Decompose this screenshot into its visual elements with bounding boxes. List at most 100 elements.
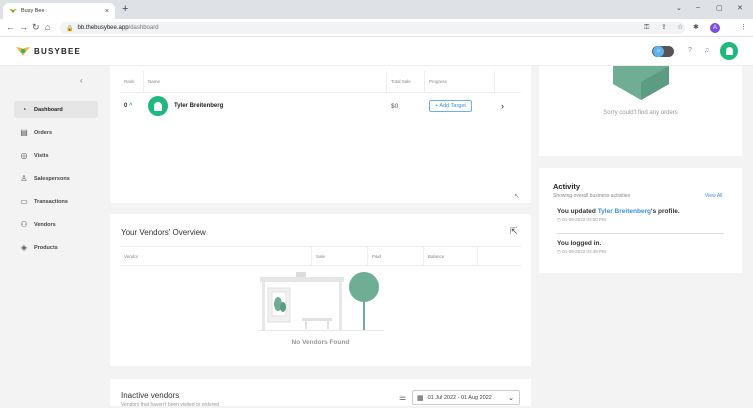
close-window-icon[interactable]: ✕ bbox=[737, 4, 743, 12]
forward-icon[interactable]: → bbox=[19, 22, 28, 33]
sidebar-item-label: Products bbox=[34, 244, 58, 251]
rank-cell: 0 ^ bbox=[124, 103, 133, 109]
sidebar-item-visits[interactable]: ◎ Visits bbox=[14, 147, 98, 164]
vendors-empty-text: No Vendors Found bbox=[291, 339, 350, 346]
activity-text: You updated bbox=[557, 208, 598, 215]
sidebar: ‹ ◔ Dashboard ▤ Orders ◎ Visits ♙ Salesp… bbox=[0, 66, 106, 406]
extensions-icon[interactable]: ✱ bbox=[693, 23, 699, 32]
star-icon[interactable]: ☆ bbox=[677, 23, 683, 32]
salespersons-icon: ♙ bbox=[20, 174, 28, 183]
transactions-icon: ▭ bbox=[20, 197, 28, 206]
back-icon[interactable]: ← bbox=[6, 22, 15, 33]
browser-tab[interactable]: Busy Bee × bbox=[3, 3, 115, 19]
share-icon[interactable]: ⇪ bbox=[661, 23, 667, 32]
trend-up-icon: ^ bbox=[129, 103, 133, 109]
vendors-icon: ⚇ bbox=[20, 220, 28, 229]
activity-text-suffix: 's profile. bbox=[651, 208, 680, 215]
bus-stop-illustration bbox=[258, 272, 384, 331]
col-paid: Paid bbox=[368, 247, 424, 265]
activity-card: Activity Showing overall business activi… bbox=[539, 168, 742, 273]
maximize-icon[interactable]: ▢ bbox=[716, 4, 723, 12]
tab-search-chevron-icon[interactable]: ⌄ bbox=[676, 4, 682, 12]
busybee-favicon-icon bbox=[9, 8, 17, 14]
inactive-title: Inactive vendors bbox=[121, 391, 180, 400]
col-progress: Progress bbox=[425, 71, 495, 92]
sun-icon: ☼ bbox=[653, 46, 664, 57]
orders-icon: ▤ bbox=[20, 128, 28, 137]
activity-time: ◷ 01-08-2022 03:49 PM bbox=[557, 249, 606, 254]
orders-empty-text: Sorry could't find any orders bbox=[603, 110, 678, 116]
filter-sliders-icon[interactable]: ⚌ bbox=[399, 393, 406, 402]
col-total-sale: Total Sale bbox=[387, 71, 425, 92]
sidebar-item-transactions[interactable]: ▭ Transactions bbox=[14, 193, 98, 210]
activity-subtitle: Showing overall business activities bbox=[553, 193, 630, 199]
tab-close-icon[interactable]: × bbox=[105, 8, 109, 15]
activity-text: You logged in. bbox=[557, 240, 602, 247]
activity-person-link[interactable]: Tyler Breitenberg bbox=[598, 208, 651, 215]
new-tab-icon[interactable]: + bbox=[122, 4, 128, 15]
name-cell: Tyler Breitenberg bbox=[144, 96, 387, 116]
activity-item: You logged in. ◷ 01-08-2022 03:49 PM bbox=[557, 240, 724, 260]
browser-menu-icon[interactable]: ⋮ bbox=[740, 23, 747, 32]
activity-title: Activity bbox=[553, 182, 581, 191]
dashboard-icon: ◔ bbox=[21, 105, 27, 114]
sidebar-item-label: Transactions bbox=[34, 198, 68, 205]
url-text: bb.thebusybee.app/dashboard bbox=[77, 25, 159, 31]
sidebar-item-label: Salespersons bbox=[34, 175, 70, 182]
inactive-subtitle: Vendors that haven't been visited or ord… bbox=[121, 402, 219, 408]
minimize-icon[interactable]: – bbox=[696, 4, 700, 11]
sidebar-item-label: Orders bbox=[34, 129, 53, 136]
date-range-picker[interactable]: ▦ 01 Jul 2022 - 01 Aug 2022 ⌄ bbox=[412, 390, 520, 405]
activity-time: ◷ 01-08-2022 03:50 PM bbox=[557, 217, 606, 222]
sidebar-item-products[interactable]: ◈ Products bbox=[14, 239, 98, 256]
bell-icon[interactable]: ♫ bbox=[704, 47, 709, 54]
inactive-vendors-card: Inactive vendors Vendors that haven't be… bbox=[110, 379, 531, 408]
col-balance: Balance bbox=[424, 247, 478, 265]
salesperson-name[interactable]: Tyler Breitenberg bbox=[174, 103, 223, 109]
sidebar-item-salespersons[interactable]: ♙ Salespersons bbox=[14, 170, 98, 187]
view-all-link[interactable]: View All bbox=[705, 193, 722, 199]
user-avatar[interactable] bbox=[720, 42, 738, 60]
profile-avatar[interactable]: A bbox=[710, 23, 720, 33]
col-rank: Rank bbox=[120, 71, 144, 92]
table-row[interactable]: 0 ^ Tyler Breitenberg $0 + Add Target › bbox=[120, 93, 521, 119]
calendar-icon: ▦ bbox=[417, 394, 424, 402]
lock-icon: 🔒 bbox=[66, 25, 74, 32]
orders-card: Sorry could't find any orders bbox=[539, 66, 742, 156]
chevron-down-icon: ⌄ bbox=[508, 394, 514, 402]
empty-box-illustration bbox=[613, 66, 669, 100]
sidebar-item-dashboard[interactable]: ◔ Dashboard bbox=[14, 101, 98, 118]
app-header: BUSYBEE ☼ ? ♫ bbox=[0, 37, 753, 66]
total-sale-cell: $0 bbox=[391, 102, 399, 110]
bee-logo-icon bbox=[16, 47, 30, 56]
products-icon: ◈ bbox=[20, 243, 28, 252]
external-link-icon[interactable]: ⇱ bbox=[510, 226, 518, 237]
busybee-logo[interactable]: BUSYBEE bbox=[16, 46, 81, 56]
url-field[interactable]: 🔒 bb.thebusybee.app/dashboard bbox=[60, 22, 685, 34]
salespersons-card: Rank Name Total Sale Progress 0 ^ Tyler … bbox=[110, 66, 531, 203]
home-icon[interactable]: ⌂ bbox=[45, 22, 50, 33]
brand-name: BUSYBEE bbox=[34, 46, 82, 56]
col-sale: Sale bbox=[312, 247, 368, 265]
add-target-button[interactable]: + Add Target bbox=[429, 100, 472, 112]
sidebar-item-vendors[interactable]: ⚇ Vendors bbox=[14, 216, 98, 233]
col-vendor: Vendor bbox=[120, 247, 312, 265]
sidebar-item-orders[interactable]: ▤ Orders bbox=[14, 124, 98, 141]
progress-cell: + Add Target bbox=[425, 100, 495, 112]
theme-toggle[interactable]: ☼ bbox=[652, 46, 674, 57]
sidebar-item-label: Visits bbox=[34, 152, 49, 159]
key-icon[interactable]: ⚿ bbox=[644, 23, 649, 32]
sidebar-item-label: Dashboard bbox=[34, 106, 63, 113]
reload-icon[interactable]: ↻ bbox=[32, 22, 40, 33]
row-chevron-right-icon[interactable]: › bbox=[495, 101, 521, 111]
salespersons-table-header: Rank Name Total Sale Progress bbox=[120, 71, 521, 93]
address-bar-row: ← → ↻ ⌂ 🔒 bb.thebusybee.app/dashboard ⚿ … bbox=[0, 19, 753, 37]
salesperson-avatar bbox=[148, 96, 168, 116]
visits-icon: ◎ bbox=[20, 151, 28, 160]
activity-item: You updated Tyler Breitenberg's profile.… bbox=[557, 208, 724, 234]
browser-tab-bar: Busy Bee × + ⌄ – ▢ ✕ bbox=[0, 0, 753, 19]
help-icon[interactable]: ? bbox=[688, 47, 692, 54]
cursor-icon: ↖ bbox=[514, 193, 520, 200]
tab-title: Busy Bee bbox=[21, 8, 45, 14]
collapse-sidebar-icon[interactable]: ‹ bbox=[80, 76, 83, 85]
